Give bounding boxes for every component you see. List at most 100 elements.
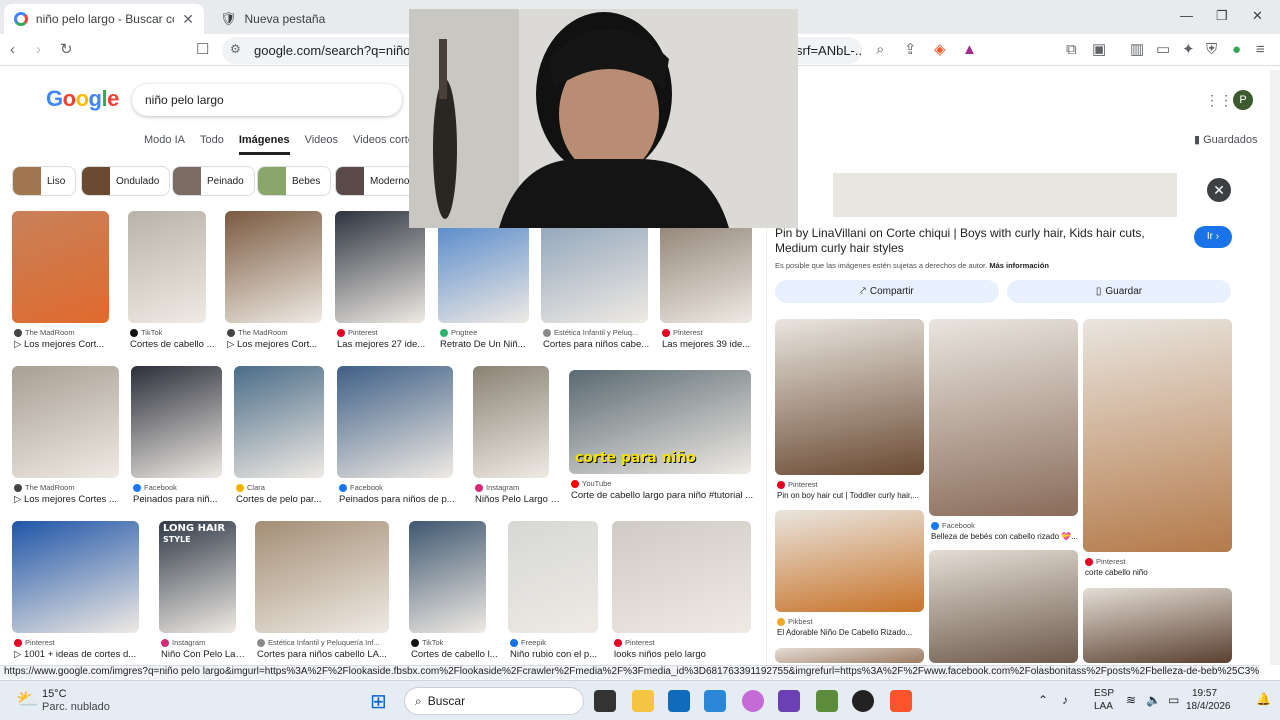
photos-icon[interactable]: [704, 690, 726, 712]
screenshot-icon[interactable]: ▣: [1092, 41, 1106, 59]
result-thumbnail[interactable]: LONG HAIR STYLE: [159, 521, 236, 633]
result-thumbnail[interactable]: corte para niño: [569, 370, 751, 474]
result-thumbnail[interactable]: [131, 366, 222, 478]
related-title[interactable]: El Adorable Niño De Cabello Rizado...: [777, 628, 926, 637]
volume-icon[interactable]: 🔈: [1146, 693, 1161, 707]
more-info-link[interactable]: Más información: [989, 261, 1049, 270]
image-result-card[interactable]: Clara Cortes de pelo par...: [234, 366, 324, 518]
image-result-card[interactable]: LONG HAIR STYLE Instagram Niño Con Pelo Lar…: [159, 521, 248, 673]
image-result-card[interactable]: TikTok Cortes de cabello l...: [409, 521, 498, 673]
result-thumbnail[interactable]: [508, 521, 598, 633]
battery-icon[interactable]: ▭: [1168, 693, 1179, 707]
image-result-card[interactable]: Facebook Peinados para niños de p...: [337, 366, 455, 518]
image-result-card[interactable]: TikTok Cortes de cabello ...: [128, 211, 215, 363]
tab-modo-ia[interactable]: Modo IA: [144, 134, 185, 155]
image-result-card[interactable]: Freepik Niño rubio con el p...: [508, 521, 598, 673]
weather-temp[interactable]: 15°C: [42, 688, 67, 700]
apps-grid-icon[interactable]: ⋮⋮: [1205, 92, 1233, 109]
related-thumbnail[interactable]: [775, 510, 924, 612]
chip-ondulado[interactable]: Ondulado: [81, 166, 171, 196]
minecraft-icon[interactable]: [816, 690, 838, 712]
result-thumbnail[interactable]: [12, 521, 139, 633]
related-image-card[interactable]: Facebook Belleza de bebés con cabello riz…: [929, 319, 1078, 550]
image-result-card[interactable]: Estética Infantil y Peluquería Inf... Cor…: [255, 521, 389, 673]
image-result-card[interactable]: Pinterest Las mejores 39 ide...: [660, 211, 752, 363]
back-icon[interactable]: ‹: [10, 41, 15, 59]
reload-icon[interactable]: ↻: [60, 41, 73, 59]
menu-icon[interactable]: ≡: [1256, 41, 1265, 59]
brave-shields-icon[interactable]: ◈: [934, 41, 946, 59]
image-result-card[interactable]: corte para niño YouTube Corte de cabello l…: [569, 370, 753, 514]
close-window-icon[interactable]: ✕: [1252, 8, 1263, 24]
result-thumbnail[interactable]: [12, 366, 119, 478]
tab-todo[interactable]: Todo: [200, 134, 224, 155]
result-thumbnail[interactable]: [255, 521, 389, 633]
forward-icon[interactable]: ›: [36, 41, 41, 59]
result-title[interactable]: Las mejores 27 ide...: [337, 339, 437, 350]
brave-browser-icon[interactable]: [890, 690, 912, 712]
result-title[interactable]: Cortes para niños cabe...: [543, 339, 660, 350]
result-thumbnail[interactable]: [337, 366, 453, 478]
result-thumbnail[interactable]: [225, 211, 322, 323]
tray-chevron-icon[interactable]: ⌃: [1038, 693, 1048, 707]
google-logo[interactable]: Google: [46, 86, 119, 112]
profile-icon[interactable]: ●: [1232, 41, 1241, 59]
lang-code[interactable]: ESP: [1094, 688, 1114, 699]
image-result-card[interactable]: The MadRoom ▷ Los mejores Cort...: [225, 211, 322, 363]
image-result-card[interactable]: The MadRoom ▷ Los mejores Cort...: [12, 211, 109, 363]
wifi-icon[interactable]: ≋: [1126, 693, 1136, 707]
related-thumbnail[interactable]: [775, 648, 924, 663]
result-title[interactable]: Peinados para niñ...: [133, 494, 234, 505]
chip-liso[interactable]: Liso: [12, 166, 77, 196]
leo-ai-icon[interactable]: ✦: [1182, 41, 1195, 59]
related-title[interactable]: Belleza de bebés con cabello rizado 💝...: [931, 532, 1080, 541]
related-thumbnail[interactable]: [1083, 319, 1232, 552]
page-scrollbar[interactable]: [1270, 70, 1280, 665]
obs-icon[interactable]: [852, 690, 874, 712]
related-thumbnail[interactable]: [929, 550, 1078, 663]
sidebar-icon[interactable]: ▥: [1130, 41, 1144, 59]
save-button[interactable]: ▯ Guardar: [1007, 280, 1231, 303]
close-tab-icon[interactable]: ✕: [182, 11, 194, 28]
result-thumbnail[interactable]: [234, 366, 324, 478]
result-title[interactable]: ▷ Los mejores Cort...: [14, 339, 121, 350]
result-title[interactable]: ▷ Los mejores Cort...: [227, 339, 334, 350]
related-image-card[interactable]: Pinterest corte cabello niño: [1083, 319, 1232, 586]
image-result-card[interactable]: Pinterest looks niños pelo largo: [612, 521, 751, 673]
result-title[interactable]: ▷ Los mejores Cortes ...: [14, 494, 131, 505]
result-title[interactable]: Niños Pelo Largo L...: [475, 494, 561, 505]
maximize-icon[interactable]: ❐: [1216, 8, 1228, 24]
site-info-icon[interactable]: ⚙: [230, 42, 241, 56]
result-title[interactable]: Retrato De Un Niñ...: [440, 339, 541, 350]
avatar[interactable]: P: [1233, 90, 1253, 110]
brave-rewards-icon[interactable]: ▲: [962, 41, 977, 59]
preview-image[interactable]: [833, 173, 1177, 217]
related-thumbnail[interactable]: [775, 319, 924, 475]
image-result-card[interactable]: Pngtree Retrato De Un Niñ...: [438, 211, 529, 363]
related-thumbnail[interactable]: [929, 319, 1078, 516]
result-title[interactable]: Niño Con Pelo Largo: [161, 649, 248, 660]
wallet-icon[interactable]: ▭: [1156, 41, 1170, 59]
image-result-card[interactable]: Estética Infantil y Peluq... Cortes para …: [541, 211, 649, 363]
related-thumbnail[interactable]: [1083, 588, 1232, 663]
weather-icon[interactable]: ⛅: [16, 689, 38, 710]
tab-videos[interactable]: Videos: [305, 134, 338, 155]
tab-new-tab[interactable]: 🛡 Nueva pestaña: [210, 4, 400, 34]
close-panel-icon[interactable]: ✕: [1207, 178, 1231, 202]
related-image-card[interactable]: Pinterest Pin on boy hair cut | Toddler c…: [775, 319, 924, 509]
result-title[interactable]: Corte de cabello largo para niño #tutori…: [571, 490, 763, 501]
related-image-card[interactable]: Pikbest El Adorable Niño De Cabello Rizad…: [775, 510, 924, 646]
preview-title[interactable]: Pin by LinaVillani on Corte chiqui | Boy…: [775, 226, 1175, 256]
taskbar-search[interactable]: ⌕ Buscar: [404, 687, 584, 715]
tab-imagenes[interactable]: Imágenes: [238, 134, 290, 155]
network-status-icon[interactable]: ♪: [1062, 693, 1068, 707]
image-result-card[interactable]: Pinterest Las mejores 27 ide...: [335, 211, 425, 363]
chip-bebes[interactable]: Bebes: [257, 166, 332, 196]
chip-moderno[interactable]: Moderno: [335, 166, 421, 196]
chip-peinado[interactable]: Peinado: [172, 166, 255, 196]
copilot-icon[interactable]: [742, 690, 764, 712]
minimize-icon[interactable]: —: [1180, 8, 1193, 23]
result-thumbnail[interactable]: [612, 521, 751, 633]
result-thumbnail[interactable]: [473, 366, 549, 478]
notifications-icon[interactable]: 🔔: [1256, 692, 1271, 706]
